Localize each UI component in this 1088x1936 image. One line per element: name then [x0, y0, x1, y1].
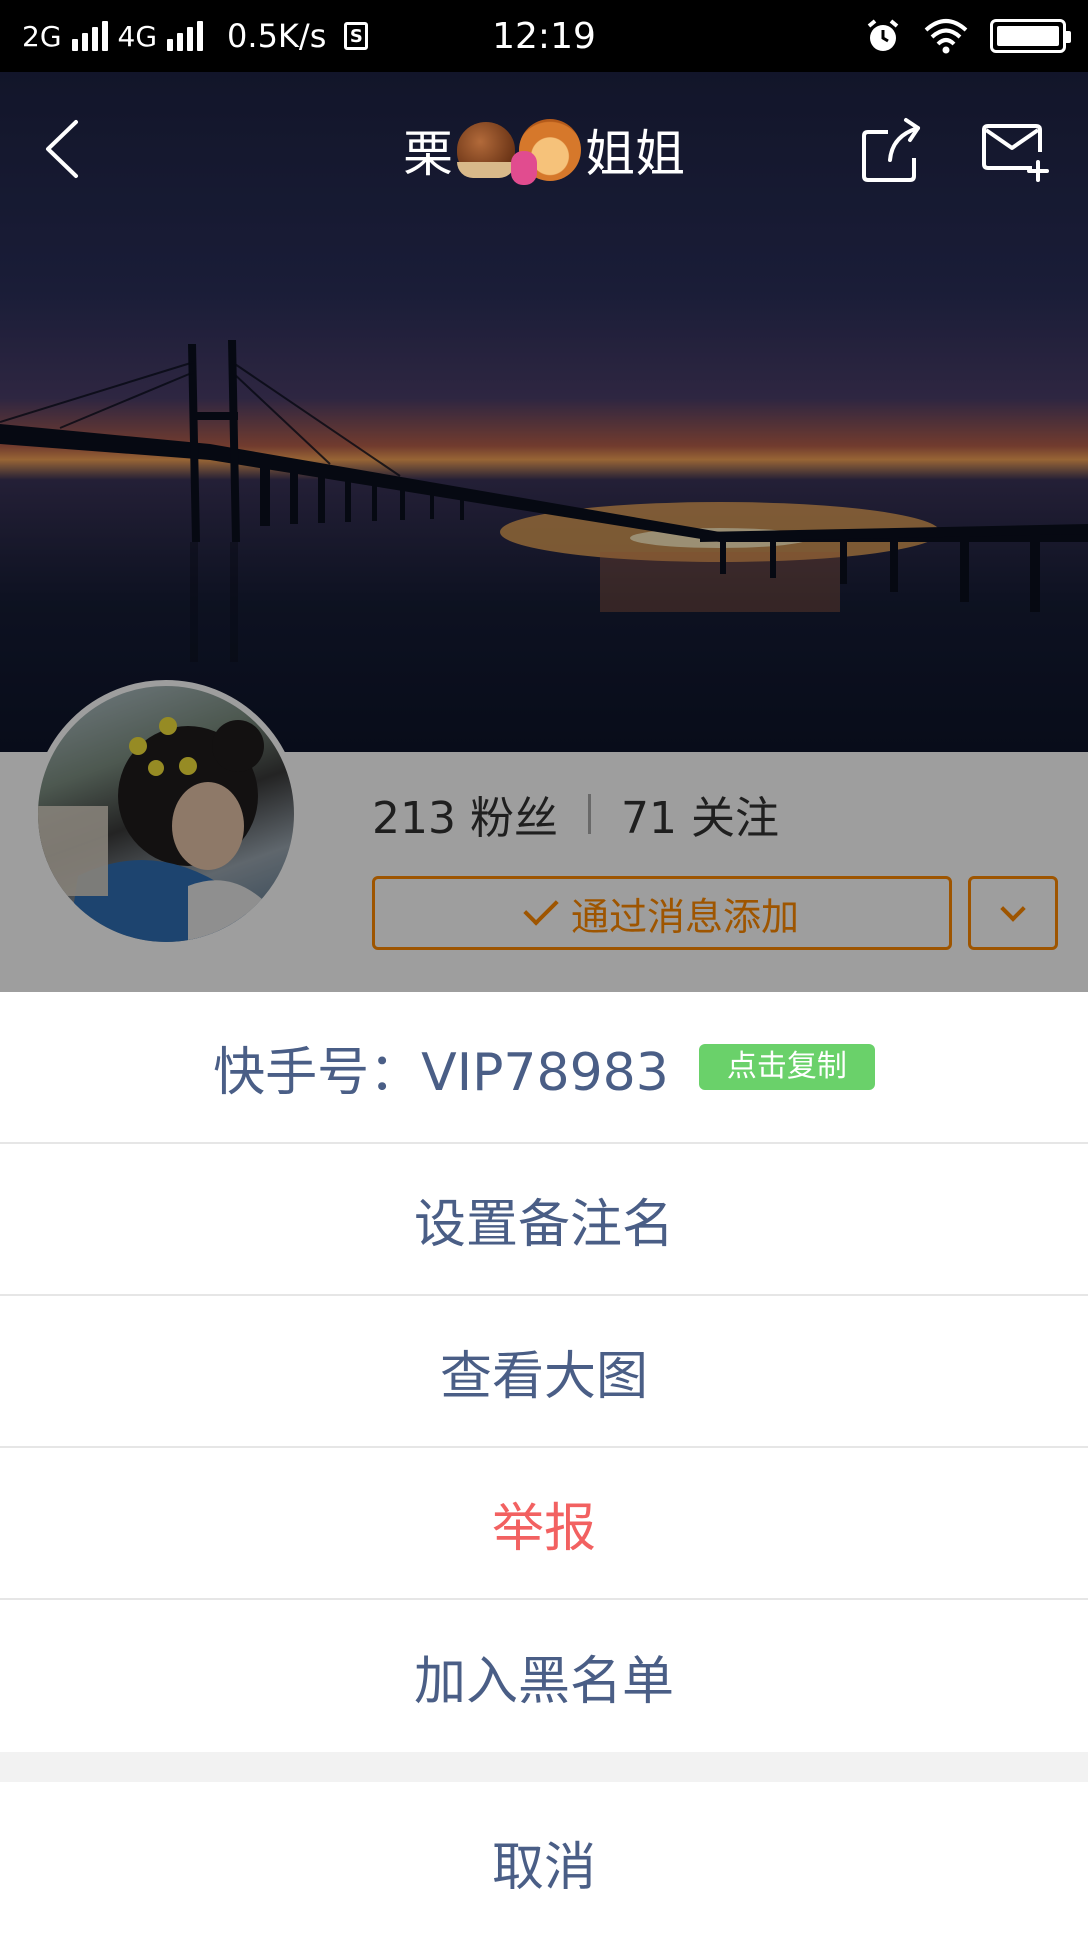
alarm-icon: [867, 19, 899, 51]
cancel-button[interactable]: 取消: [0, 1782, 1088, 1936]
back-icon[interactable]: [36, 114, 96, 184]
sim-icon: S: [344, 22, 369, 50]
profile-screen: 2G 4G 0.5K/s S 12:19 栗 姐姐 213 粉丝 71 关注 通…: [0, 0, 1088, 1936]
page-title: 栗 姐姐: [403, 114, 685, 186]
add-to-blacklist-option[interactable]: 加入黑名单: [0, 1600, 1088, 1752]
view-large-image-option[interactable]: 查看大图: [0, 1296, 1088, 1448]
woman-tipping-hand-emoji-icon: [511, 119, 581, 185]
mail-add-icon[interactable]: [980, 118, 1050, 182]
signal-icon: [167, 21, 204, 51]
status-bar: 2G 4G 0.5K/s S 12:19: [0, 0, 1088, 72]
title-prefix: 栗: [403, 125, 453, 183]
share-icon[interactable]: [860, 114, 924, 184]
sheet-separator: [0, 1752, 1088, 1782]
chestnut-emoji-icon: [457, 122, 515, 178]
set-remark-name-option[interactable]: 设置备注名: [0, 1144, 1088, 1296]
network-label-2: 4G: [117, 19, 158, 53]
top-nav: 栗 姐姐: [0, 72, 1088, 228]
battery-icon: [990, 19, 1071, 53]
status-right: [864, 17, 1071, 55]
signal-icon: [71, 21, 108, 51]
network-speed: 0.5K/s: [227, 17, 327, 55]
status-left: 2G 4G 0.5K/s S: [22, 17, 369, 55]
action-sheet: 快手号：VIP78983 点击复制 设置备注名 查看大图 举报 加入黑名单 取消: [0, 992, 1088, 1936]
kuaishou-id: 快手号：VIP78983: [213, 1042, 669, 1103]
kuaishou-id-row: 快手号：VIP78983 点击复制: [0, 992, 1088, 1144]
wifi-icon: [924, 19, 968, 54]
copy-id-button[interactable]: 点击复制: [698, 1044, 875, 1090]
network-label-1: 2G: [22, 19, 62, 53]
report-option[interactable]: 举报: [0, 1448, 1088, 1600]
title-suffix: 姐姐: [585, 125, 685, 183]
